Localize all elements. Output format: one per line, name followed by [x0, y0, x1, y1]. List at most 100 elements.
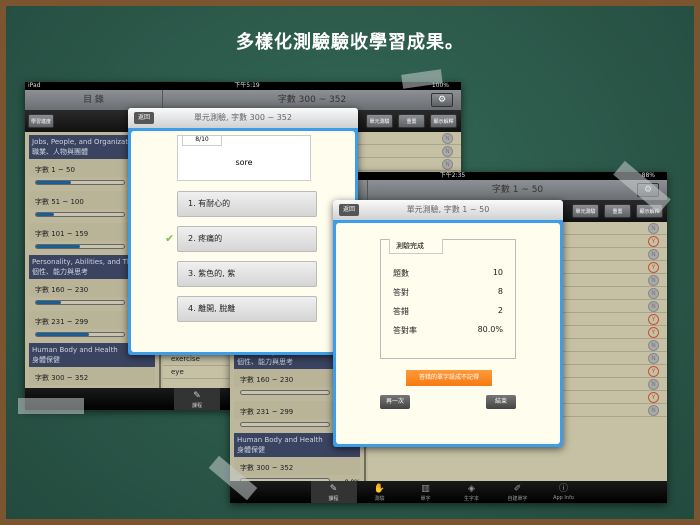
progress-bar [240, 390, 330, 395]
tape [18, 398, 84, 414]
status-bar: iPad 下午5:19 100% [25, 82, 461, 90]
modal-body: 8/10 sore 1. 有耐心的 2. 疼痛的 ✔ 3. 紫色的, 紫 4. 離開, 脫離 [131, 131, 355, 352]
result-value: 10 [492, 268, 503, 277]
not-remembered-icon[interactable]: N [648, 340, 659, 351]
not-remembered-icon[interactable]: N [648, 379, 659, 390]
remembered-icon[interactable]: Y [648, 327, 659, 338]
section-title-zh: 身體保健 [32, 356, 60, 364]
finish-button[interactable]: 結束 [486, 395, 516, 409]
progress-button[interactable]: 學習進度 [28, 114, 54, 128]
modal-header: 返回 單元測驗, 字數 1 ~ 50 [333, 200, 563, 220]
progress-fill [36, 181, 72, 184]
not-remembered-icon[interactable]: N [648, 353, 659, 364]
result-row: 題數 10 [393, 268, 503, 279]
result-label: 答對 [393, 288, 409, 297]
result-row: 答對率 80.0% [393, 325, 503, 336]
not-remembered-icon[interactable]: N [648, 405, 659, 416]
toolbar-button[interactable]: 顯示解釋 [430, 114, 457, 128]
settings-button[interactable]: ⚙ [431, 93, 453, 107]
list-header: 字數 1 ~ 50 [368, 180, 667, 200]
tab-item[interactable]: ✋ 測驗 [357, 481, 403, 503]
pencil-icon: ✎ [193, 391, 201, 401]
tab-label: 課程 [328, 496, 339, 502]
not-remembered-icon[interactable]: N [648, 288, 659, 299]
result-row: 答對 8 [393, 287, 503, 298]
not-remembered-icon[interactable]: N [648, 275, 659, 286]
result-value: 80.0% [477, 325, 503, 334]
question-card: 8/10 sore [177, 135, 311, 181]
word-text: exercise [171, 355, 200, 363]
carrier-label: iPad [28, 82, 41, 89]
back-button[interactable]: 返回 [339, 204, 359, 216]
tab-item[interactable]: ▥ 單字 [403, 481, 449, 503]
tag-icon: ◈ [468, 484, 475, 494]
progress-bar [35, 332, 125, 337]
sidebar-header: 目 錄 [25, 90, 163, 110]
info-icon: ⓘ [558, 484, 568, 494]
answer-option[interactable]: 4. 離開, 脫離 [177, 296, 317, 322]
progress-bar [35, 180, 125, 185]
result-label: 題數 [393, 269, 409, 278]
result-value: 2 [497, 306, 503, 315]
progress-fill [36, 333, 89, 336]
retry-button[interactable]: 再一次 [380, 395, 410, 409]
remembered-icon[interactable]: Y [648, 314, 659, 325]
remembered-icon[interactable]: Y [648, 262, 659, 273]
progress-fill [36, 301, 61, 304]
result-box: 測驗完成題數 10 答對 8 答錯 2 答對率 80.0% [380, 239, 516, 359]
word-text: eye [171, 368, 184, 376]
progress-bar [240, 422, 330, 427]
back-button[interactable]: 返回 [134, 112, 154, 124]
tab-item[interactable]: ✎ 課程 [174, 388, 220, 410]
not-remembered-icon[interactable]: N [442, 133, 453, 144]
tab-label: 自建單字 [507, 496, 528, 502]
tab-item[interactable]: ◈ 生字本 [449, 481, 495, 503]
unit-item[interactable]: 字數 300 ~ 3520.0% [234, 457, 360, 486]
modal-body: 測驗完成題數 10 答對 8 答錯 2 答對率 80.0% 答錯的單字設成不記得再一次 結束 [336, 223, 560, 444]
tab-item[interactable]: ✐ 自建單字 [495, 481, 541, 503]
result-modal: 返回 單元測驗, 字數 1 ~ 50 測驗完成 題數 10 答對 8 答錯 2 答對率 80.0% 答… [333, 200, 563, 447]
tab-label: 生字本 [463, 496, 479, 502]
pencil-icon: ✎ [329, 484, 338, 494]
checkmark-icon: ✔ [165, 232, 175, 245]
clock: 下午5:19 [234, 82, 260, 89]
modal-title: 單元測驗, 字數 1 ~ 50 [406, 205, 490, 214]
tab-label: 測驗 [374, 496, 385, 502]
tab-label: App Info [553, 495, 574, 501]
answer-option[interactable]: 3. 紫色的, 紫 [177, 261, 317, 287]
tab-bar: ✎ 課程 ✋ 測驗 ▥ 單字 ◈ 生字本 ✐ 自建單字 ⓘ App Info [230, 481, 667, 503]
toolbar-button[interactable]: 單元測驗 [366, 114, 393, 128]
clock: 下午2:35 [439, 172, 466, 179]
progress-bar [35, 300, 125, 305]
toolbar-button[interactable]: 重置 [398, 114, 425, 128]
modal-header: 返回 單元測驗, 字數 300 ~ 352 [128, 108, 358, 128]
not-remembered-icon[interactable]: N [648, 249, 659, 260]
tab-item[interactable]: ✎ 課程 [310, 481, 357, 503]
toolbar-button[interactable]: 單元測驗 [572, 204, 599, 218]
modal-title: 單元測驗, 字數 300 ~ 352 [194, 113, 292, 122]
mark-wrong-button[interactable]: 答錯的單字設成不記得 [406, 370, 492, 386]
remembered-icon[interactable]: Y [648, 236, 659, 247]
list-header: 字數 300 ~ 352 [163, 90, 461, 110]
progress-bar [35, 244, 125, 249]
question-word: sore [235, 158, 253, 167]
result-label: 答對率 [393, 326, 417, 335]
not-remembered-icon[interactable]: N [648, 301, 659, 312]
answer-option[interactable]: 2. 疼痛的 [177, 226, 317, 252]
result-value: 8 [497, 287, 503, 296]
tab-label: 課程 [191, 403, 202, 409]
not-remembered-icon[interactable]: N [442, 146, 453, 157]
remembered-icon[interactable]: Y [648, 392, 659, 403]
progress-fill [36, 213, 54, 216]
progress-bar [35, 212, 125, 217]
tab-item[interactable]: ⓘ App Info [541, 481, 587, 503]
tab-label: 單字 [420, 496, 431, 502]
answer-option[interactable]: 1. 有耐心的 [177, 191, 317, 217]
result-row: 答錯 2 [393, 306, 503, 317]
toolbar-button[interactable]: 重置 [604, 204, 631, 218]
not-remembered-icon[interactable]: N [648, 223, 659, 234]
result-title: 測驗完成 [389, 239, 443, 254]
not-remembered-icon[interactable]: N [442, 159, 453, 170]
remembered-icon[interactable]: Y [648, 366, 659, 377]
edit-book-icon: ✐ [513, 484, 522, 494]
